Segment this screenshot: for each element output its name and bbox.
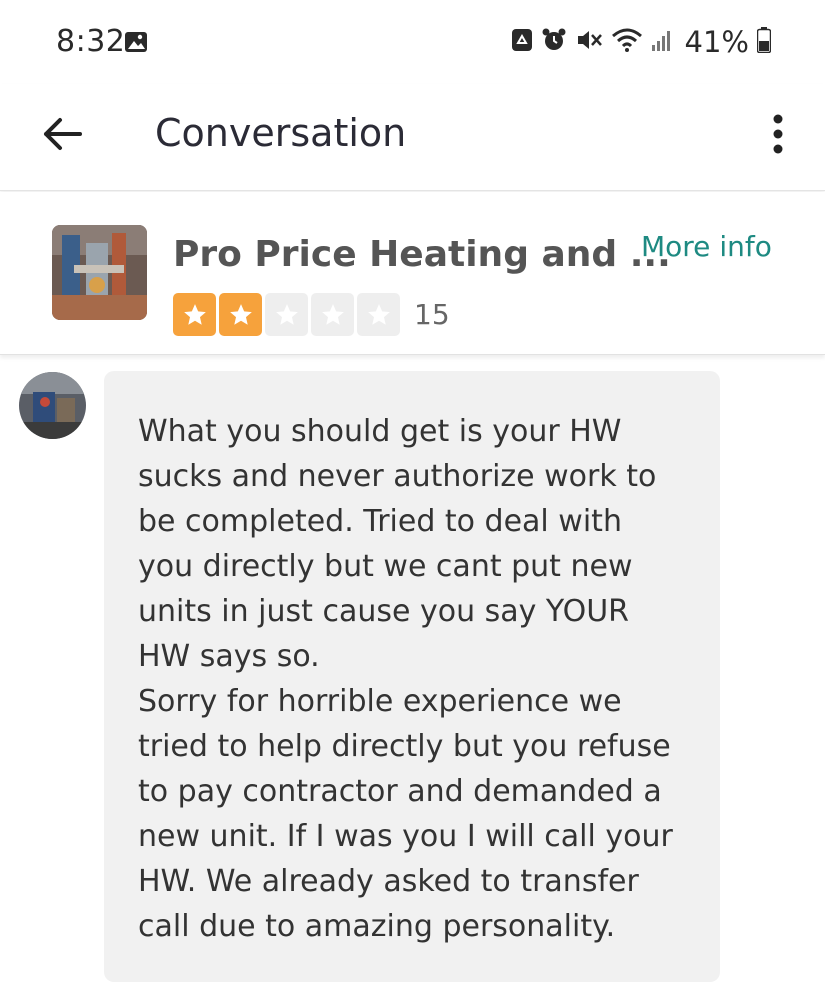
star-5: [357, 293, 400, 336]
wifi-icon: [611, 27, 643, 57]
status-bar: 8:32 41%: [0, 0, 825, 84]
recycle-icon: [511, 28, 533, 56]
status-icons: 41%: [511, 24, 772, 60]
message-bubble: What you should get is your HW sucks and…: [104, 371, 720, 982]
star-2: [219, 293, 262, 336]
more-vertical-icon: [772, 114, 784, 158]
rating-stars: [173, 293, 400, 336]
mute-icon: [575, 27, 603, 57]
business-name[interactable]: Pro Price Heating and ...: [173, 234, 671, 275]
review-count: 15: [414, 298, 450, 331]
star-3: [265, 293, 308, 336]
battery-percent: 41%: [684, 25, 749, 59]
status-time: 8:32: [56, 24, 126, 59]
more-info-link[interactable]: More info: [641, 230, 772, 263]
star-4: [311, 293, 354, 336]
alarm-icon: [541, 27, 567, 57]
gallery-icon: [124, 31, 148, 53]
signal-icon: [651, 28, 673, 56]
app-bar: Conversation: [0, 84, 825, 191]
business-photo[interactable]: [52, 225, 147, 320]
business-header: Pro Price Heating and ... More info 15: [0, 192, 825, 355]
back-arrow-icon: [42, 117, 82, 155]
more-options-button[interactable]: [752, 108, 804, 164]
avatar[interactable]: [19, 372, 86, 439]
star-1: [173, 293, 216, 336]
battery-icon: [756, 27, 772, 57]
message-text: What you should get is your HW sucks and…: [138, 414, 673, 944]
back-button[interactable]: [34, 108, 90, 164]
page-title: Conversation: [155, 111, 407, 155]
